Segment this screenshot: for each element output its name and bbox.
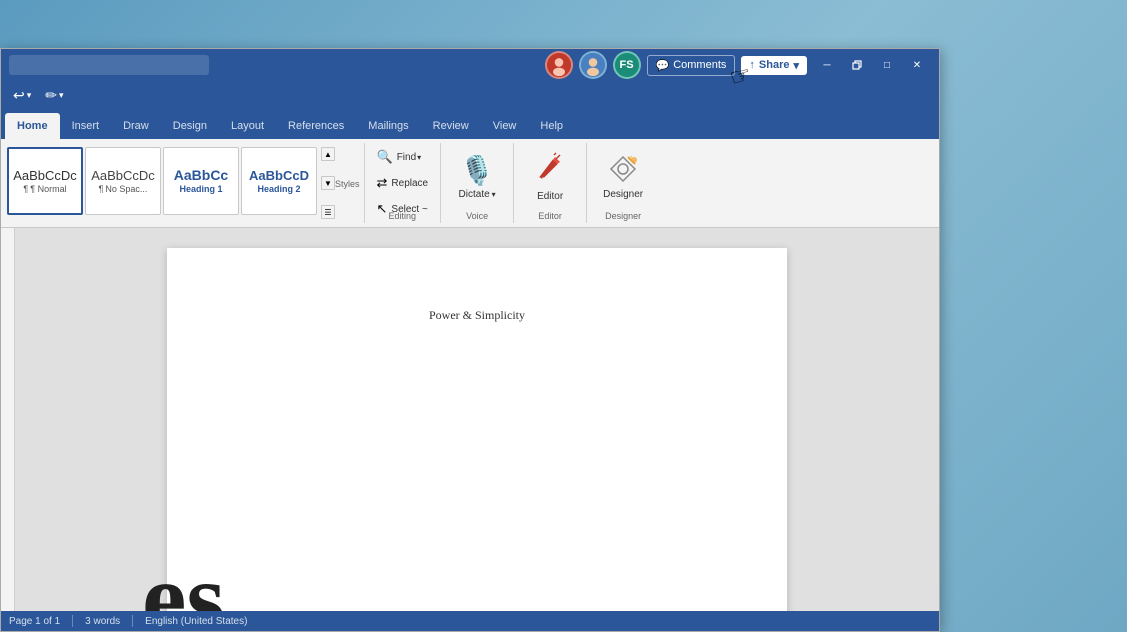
edit-icon: ✏ <box>45 87 57 104</box>
style-heading1[interactable]: AaBbCc Heading 1 <box>163 147 239 215</box>
edit-dropdown-icon: ▾ <box>59 90 64 101</box>
replace-button[interactable]: ⇄ Replace <box>373 171 433 195</box>
status-divider-2 <box>132 615 133 627</box>
minimize-button[interactable]: ─ <box>813 55 841 75</box>
tab-review[interactable]: Review <box>421 113 481 139</box>
document-area: Power & Simplicity es <box>1 228 939 611</box>
replace-label: Replace <box>391 178 428 189</box>
style-normal[interactable]: AaBbCcDc ¶ ¶ Normal <box>7 147 83 215</box>
desktop: ☞ <box>0 0 1127 632</box>
tab-design[interactable]: Design <box>161 113 219 139</box>
designer-label: Designer <box>603 189 643 200</box>
close-button[interactable]: ✕ <box>903 55 931 75</box>
designer-group-label: Designer <box>587 211 659 221</box>
voice-group: 🎙️ Dictate ▾ Voice <box>441 143 514 223</box>
quick-access-toolbar: ↩ ▾ ✏ ▾ <box>1 81 939 109</box>
voice-group-label: Voice <box>441 211 513 221</box>
styles-scroll-up[interactable]: ▲ <box>321 147 335 161</box>
replace-icon: ⇄ <box>377 175 388 191</box>
style-no-spacing[interactable]: AaBbCcDc ¶ No Spac... <box>85 147 161 215</box>
title-bar-left <box>9 55 209 75</box>
style-no-spacing-preview: AaBbCcDc <box>91 169 155 182</box>
style-heading2-preview: AaBbCcD <box>249 169 309 182</box>
styles-group: AaBbCcDc ¶ ¶ Normal AaBbCcDc ¶ No Spac..… <box>1 143 365 223</box>
status-divider-1 <box>72 615 73 627</box>
undo-dropdown-icon: ▾ <box>27 90 32 101</box>
style-normal-label: ¶ ¶ Normal <box>23 184 66 194</box>
restore-button[interactable] <box>843 55 871 75</box>
tab-layout[interactable]: Layout <box>219 113 276 139</box>
editing-group: 🔍 Find ▾ ⇄ Replace <box>365 143 442 223</box>
dictate-button[interactable]: 🎙️ Dictate ▾ <box>449 145 505 209</box>
styles-group-label: Styles <box>335 145 360 221</box>
style-normal-preview: AaBbCcDc <box>13 169 77 182</box>
style-no-spacing-label: ¶ No Spac... <box>99 184 148 194</box>
avatar-user3[interactable]: FS <box>613 51 641 79</box>
avatar-img-1 <box>547 53 571 77</box>
tab-draw[interactable]: Draw <box>111 113 161 139</box>
styles-list: AaBbCcDc ¶ ¶ Normal AaBbCcDc ¶ No Spac..… <box>5 145 319 221</box>
document-page[interactable]: Power & Simplicity es <box>167 248 787 611</box>
share-dropdown-icon: ▾ <box>793 59 799 72</box>
find-dropdown-icon: ▾ <box>417 153 421 162</box>
page-content: Power & Simplicity <box>247 308 707 323</box>
undo-icon: ↩ <box>13 87 25 104</box>
microphone-icon: 🎙️ <box>460 154 495 187</box>
comments-button[interactable]: 💬 Comments <box>647 55 736 76</box>
tab-mailings[interactable]: Mailings <box>356 113 420 139</box>
designer-button[interactable]: Designer <box>595 145 651 209</box>
editor-group: Editor Editor <box>514 143 587 223</box>
window-controls: ─ □ ✕ <box>813 55 931 75</box>
designer-group: Designer Designer <box>587 143 659 223</box>
edit-button[interactable]: ✏ ▾ <box>41 85 67 106</box>
word-window: FS 💬 Comments ↑ Share ▾ ─ <box>0 48 940 632</box>
maximize-button[interactable]: □ <box>873 55 901 75</box>
dictate-dropdown-icon: ▾ <box>492 190 496 199</box>
undo-button[interactable]: ↩ ▾ <box>9 85 35 106</box>
avatar-img-3: FS <box>615 53 639 77</box>
status-language[interactable]: English (United States) <box>145 616 247 627</box>
style-heading1-label: Heading 1 <box>179 184 222 194</box>
style-heading1-preview: AaBbCc <box>174 168 228 182</box>
editing-group-label: Editing <box>365 211 441 221</box>
avatar-img-2 <box>581 53 605 77</box>
status-bar: Page 1 of 1 3 words English (United Stat… <box>1 611 939 631</box>
styles-scrollbar: ▲ ▼ ☰ <box>319 145 335 221</box>
editor-button[interactable]: Editor <box>522 145 578 209</box>
doc-scroll-area[interactable]: Power & Simplicity es <box>15 228 939 611</box>
status-words[interactable]: 3 words <box>85 616 120 627</box>
editor-icon <box>535 152 565 189</box>
avatar-user1[interactable] <box>545 51 573 79</box>
status-page[interactable]: Page 1 of 1 <box>9 616 60 627</box>
find-label: Find ▾ <box>397 152 421 163</box>
find-button[interactable]: 🔍 Find ▾ <box>373 145 426 169</box>
avatar-user2[interactable] <box>579 51 607 79</box>
find-icon: 🔍 <box>377 149 393 165</box>
dictate-label: Dictate ▾ <box>459 189 496 200</box>
editor-label: Editor <box>537 191 563 202</box>
styles-more[interactable]: ☰ <box>321 205 335 219</box>
style-heading2-label: Heading 2 <box>257 184 300 194</box>
title-bar-right: FS 💬 Comments ↑ Share ▾ ─ <box>545 51 932 79</box>
ruler-left <box>1 228 15 611</box>
style-heading2[interactable]: AaBbCcD Heading 2 <box>241 147 317 215</box>
big-text-left: es <box>142 548 225 611</box>
tab-insert[interactable]: Insert <box>60 113 112 139</box>
ribbon-content: AaBbCcDc ¶ ¶ Normal AaBbCcDc ¶ No Spac..… <box>1 139 939 227</box>
share-button[interactable]: ↑ Share ▾ <box>741 56 807 75</box>
editor-group-label: Editor <box>514 211 586 221</box>
tab-help[interactable]: Help <box>528 113 575 139</box>
designer-icon <box>608 154 638 187</box>
title-search-input[interactable] <box>9 55 209 75</box>
comments-icon: 💬 <box>656 59 670 72</box>
ribbon-tabs: Home Insert Draw Design Layout Reference… <box>1 109 939 139</box>
tab-view[interactable]: View <box>481 113 529 139</box>
tab-references[interactable]: References <box>276 113 356 139</box>
tab-home[interactable]: Home <box>5 113 60 139</box>
styles-scroll-down[interactable]: ▼ <box>321 176 335 190</box>
title-bar: FS 💬 Comments ↑ Share ▾ ─ <box>1 49 939 81</box>
share-icon: ↑ <box>749 59 755 71</box>
